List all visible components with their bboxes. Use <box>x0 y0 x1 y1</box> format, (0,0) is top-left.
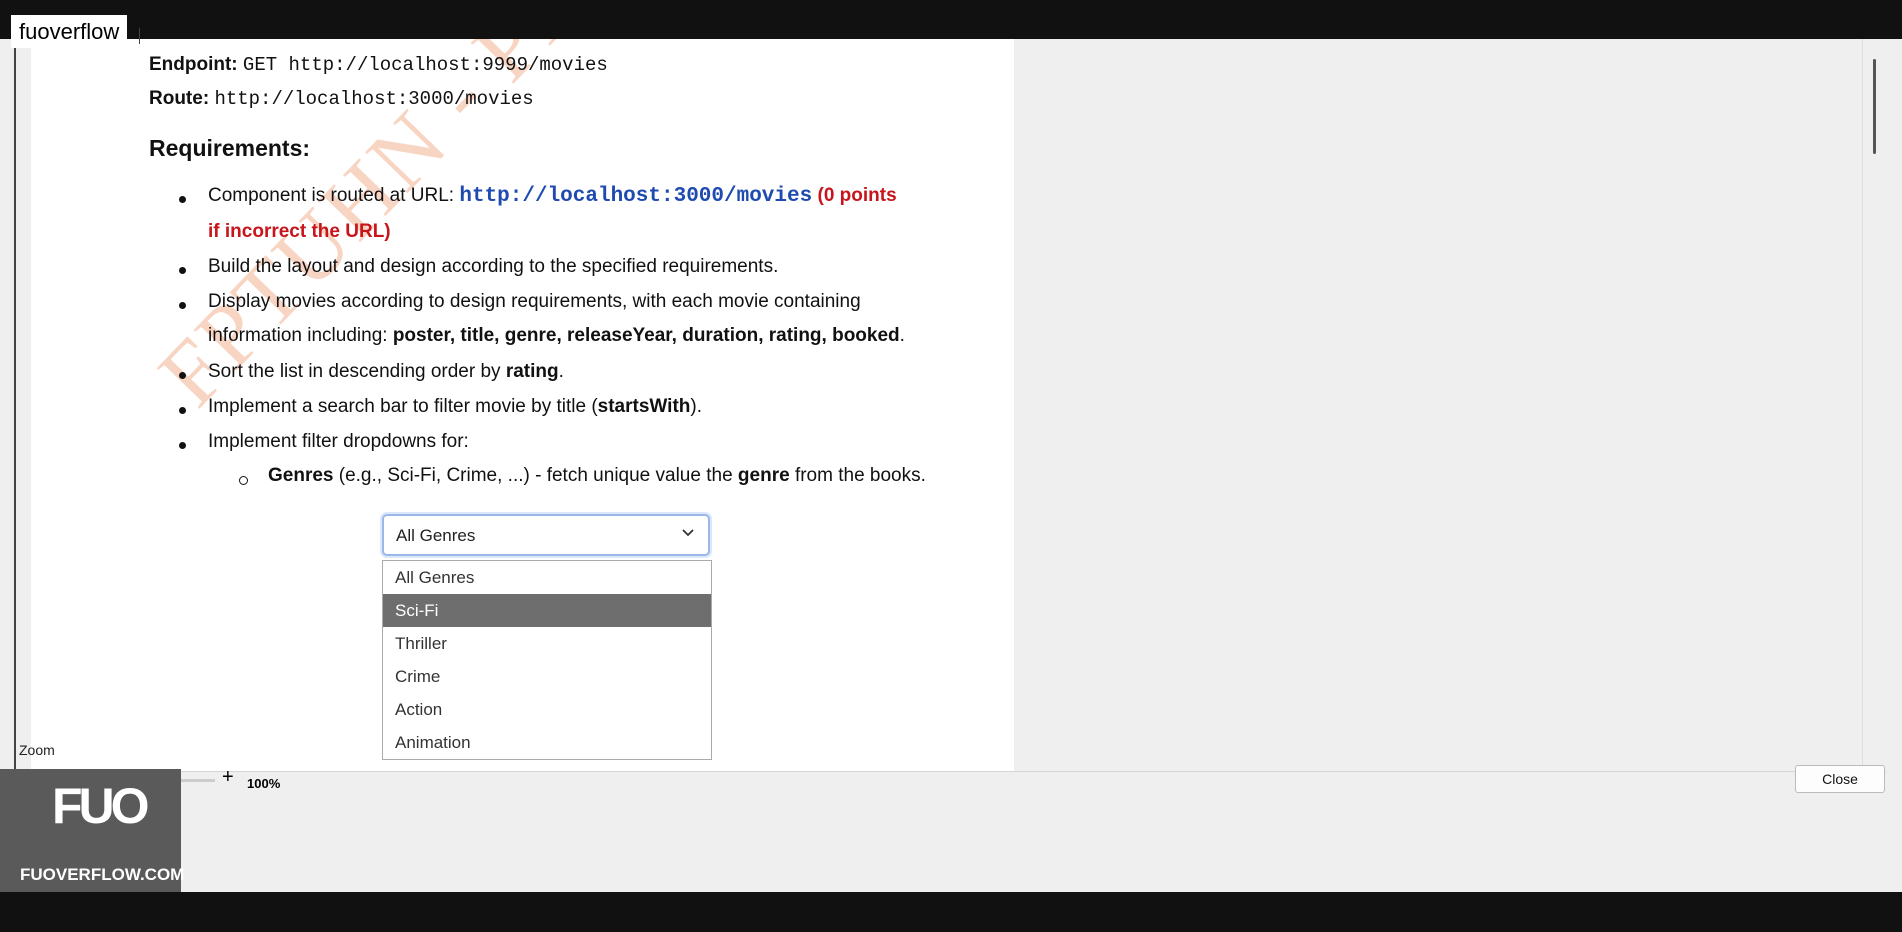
endpoint-line: Endpoint: GET http://localhost:9999/movi… <box>149 54 608 76</box>
sub-bullet-genres-suffix: from the books. <box>789 465 926 486</box>
fuo-logo-mark: FUO <box>52 778 150 834</box>
bullet-dot <box>179 407 186 414</box>
bullet-dot <box>179 302 186 309</box>
requirements-heading: Requirements: <box>149 135 311 161</box>
zoom-in-button[interactable]: + <box>222 766 234 789</box>
bullet-sort-prefix: Sort the list in descending order by <box>208 361 506 382</box>
bullet-dot <box>179 372 186 379</box>
route-value: http://localhost:3000/movies <box>214 88 534 110</box>
sub-bullet-genres-middle: (e.g., Sci-Fi, Crime, ...) - fetch uniqu… <box>333 465 738 486</box>
bullet-search-prefix: Implement a search bar to filter movie b… <box>208 396 598 417</box>
genre-select-value: All Genres <box>396 526 476 545</box>
bullet-sort: Sort the list in descending order by rat… <box>208 361 564 383</box>
zoom-value: 100% <box>247 776 281 791</box>
bullet-route-prefix: Component is routed at URL: <box>208 185 460 206</box>
bullet-search: Implement a search bar to filter movie b… <box>208 396 702 418</box>
genre-option-thriller[interactable]: Thriller <box>383 627 711 660</box>
bullet-route-line1: Component is routed at URL: http://local… <box>208 185 897 208</box>
bullet-display-prefix: information including: <box>208 325 393 346</box>
genre-option-scifi[interactable]: Sci-Fi <box>383 594 711 627</box>
genre-option-all[interactable]: All Genres <box>383 561 711 594</box>
bullet-filters: Implement filter dropdowns for: <box>208 431 469 452</box>
endpoint-value: GET http://localhost:9999/movies <box>242 54 608 76</box>
endpoint-label: Endpoint: <box>149 54 238 75</box>
toolbar-divider <box>14 771 1886 772</box>
route-line: Route: http://localhost:3000/movies <box>149 88 534 110</box>
genre-option-crime[interactable]: Crime <box>383 660 711 693</box>
sub-bullet-genre-bold: genre <box>737 465 790 486</box>
brand-label: fuoverflow <box>11 15 128 48</box>
bullet-sort-suffix: . <box>558 361 564 382</box>
bullet-route-note: (0 points <box>817 185 897 206</box>
genre-option-action[interactable]: Action <box>383 693 711 726</box>
bullet-display-line2: information including: poster, title, ge… <box>208 325 905 347</box>
sub-bullet-circle <box>239 476 248 485</box>
sub-bullet-genres-bold: Genres <box>268 465 334 486</box>
genre-dropdown-list: All Genres Sci-Fi Thriller Crime Action … <box>382 560 712 760</box>
bullet-dot <box>179 196 186 203</box>
bullet-search-suffix: ). <box>690 396 702 417</box>
genre-select[interactable]: All Genres <box>382 514 710 556</box>
viewer-left-border <box>14 39 16 771</box>
bullet-sort-bold: rating <box>505 361 559 382</box>
bullet-display-fields: poster, title, genre, releaseYear, durat… <box>392 325 900 346</box>
bullet-dot <box>179 442 186 449</box>
route-label: Route: <box>149 88 210 109</box>
text-caret <box>139 28 140 44</box>
zoom-label: Zoom <box>19 742 55 758</box>
bullet-display-line1: Display movies according to design requi… <box>208 291 861 312</box>
close-button[interactable]: Close <box>1795 765 1885 793</box>
viewer-right-border <box>1862 39 1863 771</box>
bullet-route-line2: if incorrect the URL) <box>208 221 391 242</box>
bullet-layout: Build the layout and design according to… <box>208 256 779 277</box>
bullet-route-url: http://localhost:3000/movies <box>459 185 813 208</box>
document-viewer: FPTUHN - PE FER202 Summer 2025 Endpoint:… <box>0 39 1902 892</box>
fuoverflow-logo: FUO FUOVERFLOW.COM <box>0 769 185 892</box>
fuo-logo-site: FUOVERFLOW.COM <box>20 865 185 884</box>
scrollbar-thumb[interactable] <box>1873 59 1876 154</box>
screen-frame: FPTUHN - PE FER202 Summer 2025 Endpoint:… <box>0 0 1902 932</box>
sub-bullet-genres: Genres (e.g., Sci-Fi, Crime, ...) - fetc… <box>268 465 926 487</box>
genre-option-animation[interactable]: Animation <box>383 726 711 759</box>
bullet-display-suffix: . <box>899 325 905 346</box>
chevron-down-icon <box>682 529 694 537</box>
bullet-dot <box>179 267 186 274</box>
bullet-search-bold: startsWith <box>597 396 691 417</box>
